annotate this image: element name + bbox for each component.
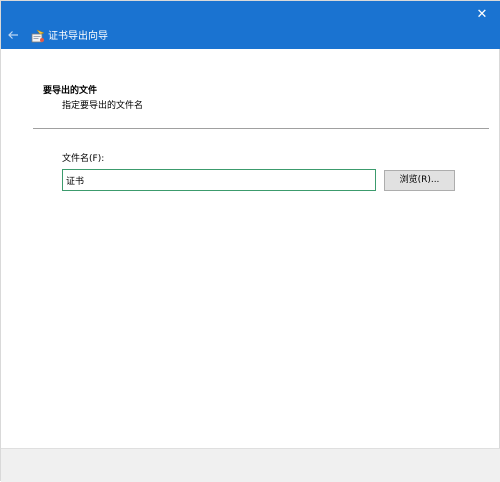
- browse-button[interactable]: 浏览(R)...: [384, 170, 455, 191]
- section-description: 指定要导出的文件名: [62, 101, 144, 111]
- close-button[interactable]: ✕: [471, 6, 493, 24]
- file-name-label: 文件名(F):: [62, 154, 105, 164]
- title-bar: ✕ 证书导出向导: [1, 1, 500, 49]
- wizard-title: 证书导出向导: [48, 31, 108, 42]
- close-icon: ✕: [476, 7, 488, 22]
- section-heading: 要导出的文件: [43, 86, 98, 96]
- header-divider: [33, 128, 489, 129]
- file-name-input[interactable]: [62, 169, 376, 191]
- back-button[interactable]: [5, 30, 21, 44]
- certificate-wizard-icon: [31, 29, 45, 43]
- certificate-export-wizard-window: ✕ 证书导出向导 要导出的文件 指定要导出的文件名 文件名(F): 浏览(R).…: [0, 0, 500, 482]
- wizard-footer: [1, 448, 500, 482]
- back-arrow-icon: [8, 31, 18, 39]
